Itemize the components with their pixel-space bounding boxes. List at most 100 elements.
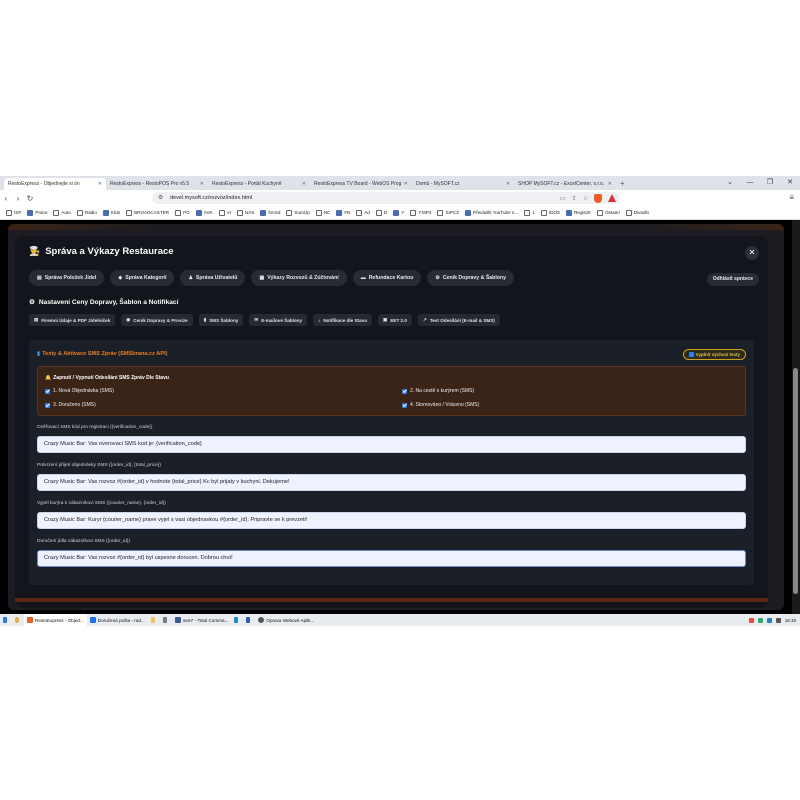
bookmark-item[interactable]: Práce — [27, 209, 47, 216]
admin-nav-button[interactable]: ▤ Správa Položek Jídel — [29, 270, 105, 286]
bookmark-item[interactable]: NAS — [236, 209, 254, 216]
bookmark-label: BROADCASTER — [134, 210, 170, 215]
chrome-icon[interactable] — [12, 614, 24, 626]
browser-tab[interactable]: RestoExpress - Portál Kuchyně ✕ — [208, 178, 310, 190]
browser-tab[interactable]: RestoExpress - RestoPOS Pro v5.5 ✕ — [106, 178, 208, 190]
browser-tab[interactable]: RestoExpress TV Board - WebOS Prog ✕ — [310, 178, 412, 190]
checkbox-delivered[interactable]: 3. Doručeno (SMS) — [45, 402, 96, 408]
bookmark-item[interactable]: Regisztr — [566, 209, 591, 216]
tray-icon[interactable] — [775, 617, 781, 623]
bookmark-item[interactable]: Rádio — [76, 209, 97, 216]
sms-delivered-input[interactable]: Crazy Music Bar: Vas rozvoz #{order_id} … — [37, 550, 746, 567]
brave-rewards-icon[interactable] — [608, 194, 617, 202]
browser-tab[interactable]: Domů - MySOFT.cz ✕ — [412, 178, 514, 190]
maximize-icon[interactable]: ❐ — [760, 176, 780, 190]
start-icon[interactable] — [0, 614, 12, 626]
admin-nav-button[interactable]: ◆ Správa Kategorií — [110, 270, 175, 286]
bookmark-item[interactable]: Y.MP3 — [410, 209, 431, 216]
bookmark-item[interactable]: ISP — [6, 209, 21, 216]
close-window-icon[interactable]: ✕ — [780, 176, 800, 190]
bookmark-item[interactable]: Y — [393, 209, 404, 216]
tab-close-icon[interactable]: ✕ — [200, 181, 204, 187]
taskbar-item[interactable]: RestoExpress - Objed... — [24, 614, 87, 626]
reload-icon[interactable]: ↻ — [24, 194, 36, 203]
tab-close-icon[interactable]: ✕ — [98, 181, 102, 187]
taskbar-item[interactable]: Oprava Webové Aplik... — [255, 614, 317, 626]
settings-subtab[interactable]: ▣ EET 2.0 — [378, 314, 412, 326]
site-info-icon[interactable]: ⚙ — [158, 192, 163, 204]
tray-icon[interactable] — [766, 617, 772, 623]
tray-icon[interactable] — [757, 617, 763, 623]
share-icon[interactable]: ⇪ — [572, 195, 577, 202]
checkbox-new-order[interactable]: 1. Nová Objednávka (SMS) — [45, 388, 114, 394]
bookmark-item[interactable]: NASd — [260, 209, 280, 216]
admin-nav-button[interactable]: ⚙ Ceník Dopravy & Šablony — [427, 270, 514, 286]
settings-subtab[interactable]: ◉ Ceník Dopravy & Provize — [121, 314, 193, 326]
browser-tab[interactable]: SHOP MySOFT.cz - ExcelCenter, s.r.o. ✕ — [514, 178, 616, 190]
reader-icon[interactable]: ▭ — [560, 195, 566, 202]
bookmark-item[interactable]: Ad — [356, 209, 370, 216]
bookmark-item[interactable]: VI — [218, 209, 231, 216]
bookmark-item[interactable]: Auto — [53, 209, 71, 216]
forward-icon[interactable]: › — [12, 194, 24, 203]
bookmark-item[interactable]: SIPCZ — [437, 209, 459, 216]
sms-verification-input[interactable]: Crazy Music Bar: Vas overovaci SMS kod j… — [37, 436, 746, 453]
browser-tab[interactable]: RestoExpress - Objednejte si ón ✕ — [4, 178, 106, 190]
sms-courier-input[interactable]: Crazy Music Bar: Kuryr {courier_name} pr… — [37, 512, 746, 529]
tab-close-icon[interactable]: ✕ — [608, 181, 612, 187]
taskbar-item[interactable]: Doručená pošta - rad... — [87, 614, 148, 626]
bookmark-item[interactable]: AVK — [195, 209, 213, 216]
tab-close-icon[interactable]: ✕ — [404, 181, 408, 187]
back-icon[interactable]: ‹ — [0, 194, 12, 203]
checkbox-cancelled[interactable]: 4. Stornováno / Vráceno (SMS) — [402, 402, 479, 408]
bookmark-item[interactable]: PO — [175, 209, 190, 216]
folder-icon[interactable] — [148, 614, 160, 626]
bookmark-item[interactable]: IDOS — [540, 209, 560, 216]
checkbox-box[interactable] — [402, 402, 407, 408]
app-icon[interactable] — [160, 614, 172, 626]
bookmark-item[interactable]: SumUp — [286, 209, 310, 216]
tab-close-icon[interactable]: ✕ — [302, 181, 306, 187]
minimize-icon[interactable]: — — [740, 176, 760, 190]
bookmark-item[interactable]: BROADCASTER — [126, 209, 170, 216]
bookmark-item[interactable]: 1 — [524, 209, 535, 216]
logout-button[interactable]: Odhlásit správce — [706, 273, 759, 286]
bookmark-item[interactable]: Převádět YouTube n... — [465, 209, 518, 216]
bookmark-item[interactable]: Ostatní — [596, 209, 620, 216]
admin-nav-button[interactable]: ▦ Výkazy Rozvozů & Zúčtování — [251, 270, 347, 286]
settings-subtab[interactable]: ↗ Test Odesílání (E-mail & SMS) — [417, 314, 500, 326]
checkbox-on-the-way[interactable]: 2. Na cestě s kurýrem (SMS) — [402, 388, 474, 394]
sms-order-confirm-input[interactable]: Crazy Music Bar: Vas rozvoz #{order_id} … — [37, 474, 746, 491]
admin-nav-button[interactable]: ▬ Refundace Kartou — [352, 270, 422, 286]
tab-close-icon[interactable]: ✕ — [506, 181, 510, 187]
fill-defaults-button[interactable]: Vyplnit výchozí texty — [682, 349, 746, 360]
bookmark-item[interactable]: Klub — [102, 209, 120, 216]
brave-shield-icon[interactable] — [594, 193, 603, 203]
page-scrollbar[interactable] — [792, 220, 800, 614]
bookmark-item[interactable]: NC — [315, 209, 330, 216]
settings-subtab[interactable]: ▤ Firemní Údaje & PDF Jídelníček — [29, 314, 116, 326]
app-icon[interactable] — [243, 614, 255, 626]
tab-list-icon[interactable]: ⌄ — [720, 176, 740, 190]
clock[interactable]: 16:19 — [785, 618, 796, 623]
bookmark-item[interactable]: D — [375, 209, 387, 216]
bookmark-item[interactable]: Divadlo — [625, 209, 649, 216]
checkbox-box[interactable] — [45, 388, 50, 394]
modal-close-button[interactable]: ✕ — [745, 246, 759, 260]
bookmark-icon — [465, 209, 471, 216]
bookmark-star-icon[interactable]: ☆ — [583, 195, 588, 202]
admin-nav-button[interactable]: ♟ Správa Uživatelů — [180, 270, 246, 286]
settings-subtab[interactable]: ▮ SMS Šablony — [198, 314, 244, 326]
url-field[interactable]: ⚙ devel.mysoft.cz/rozvoz/index.html — [152, 192, 620, 204]
checkbox-box[interactable] — [402, 388, 407, 394]
scrollbar-thumb[interactable] — [793, 368, 798, 594]
tray-icon[interactable] — [748, 617, 754, 623]
settings-subtab[interactable]: ✉ E-mailové Šablony — [249, 314, 308, 326]
settings-subtab[interactable]: ♪ Notifikace dle Stavu — [313, 314, 372, 326]
bookmark-item[interactable]: FB — [336, 209, 350, 216]
taskbar-item[interactable]: oem* - Total Comma... — [172, 614, 232, 626]
menu-icon[interactable]: ≡ — [789, 190, 794, 206]
new-tab-button[interactable]: + — [620, 178, 625, 190]
vscode-icon[interactable] — [231, 614, 243, 626]
checkbox-box[interactable] — [45, 402, 50, 408]
